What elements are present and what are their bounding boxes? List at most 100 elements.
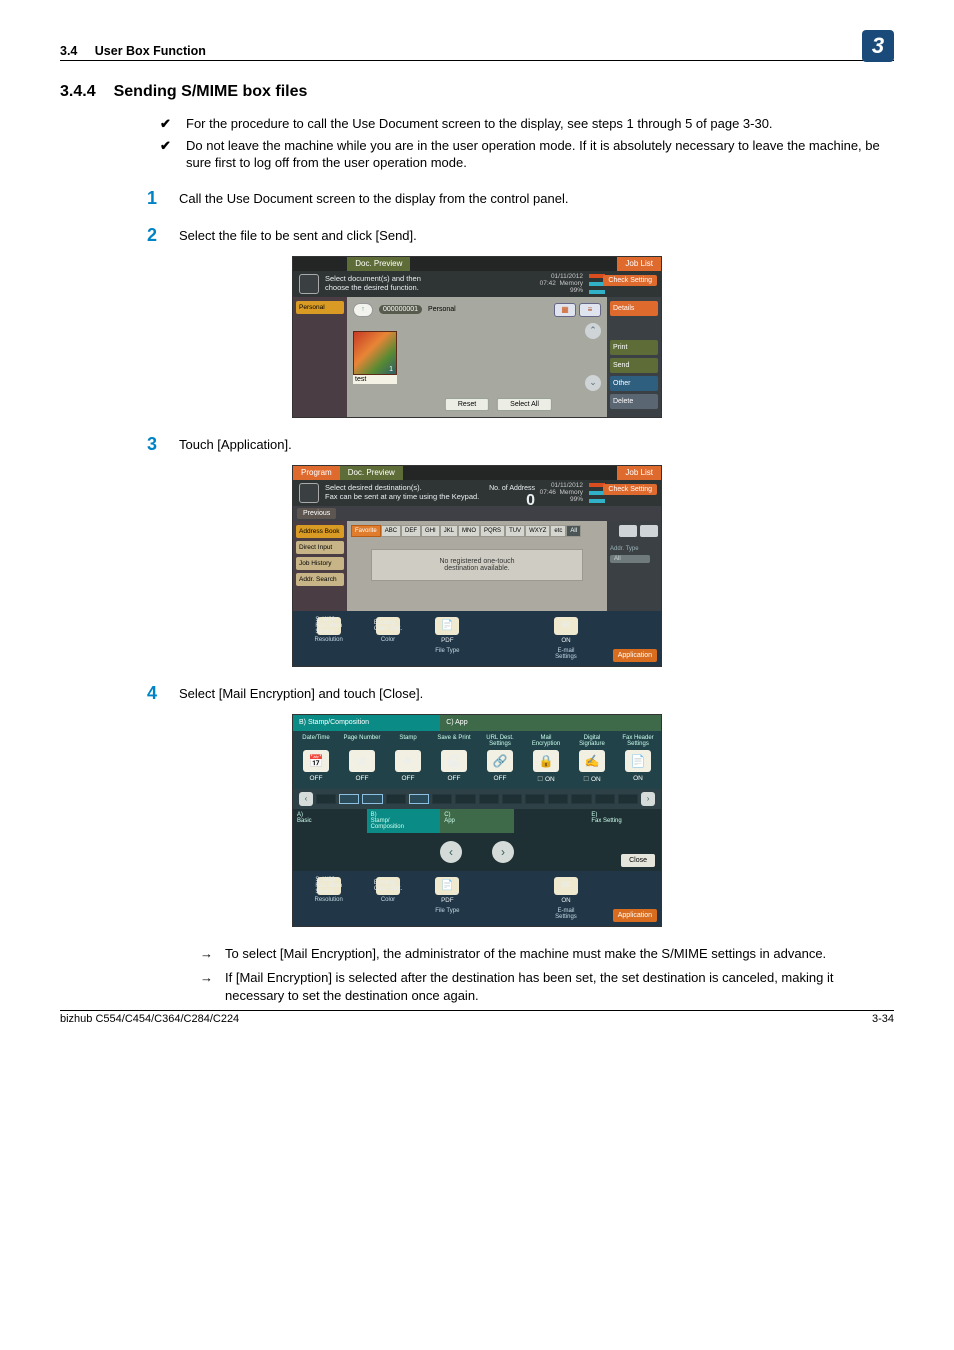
tab-job-list[interactable]: Job List bbox=[617, 257, 661, 271]
up-arrow-icon[interactable]: ↑ bbox=[353, 303, 373, 317]
step-number: 3 bbox=[135, 434, 157, 455]
breadcrumb-boxnum: 000000001 bbox=[379, 305, 422, 314]
check-icon: ✔ bbox=[160, 137, 172, 172]
tab-doc-preview[interactable]: Doc. Preview bbox=[340, 466, 403, 480]
tab-direct-input[interactable]: Direct Input bbox=[296, 541, 344, 554]
instruction-text: Select desired destination(s). Fax can b… bbox=[325, 484, 479, 501]
details-button[interactable]: Details bbox=[610, 301, 658, 316]
other-button[interactable]: Other bbox=[610, 376, 658, 391]
url-dest-icon[interactable]: 🔗 bbox=[487, 750, 513, 772]
resolution-icon[interactable]: S. W28 Fax: Mem Saving bbox=[317, 877, 341, 895]
index-all[interactable]: All bbox=[566, 525, 581, 537]
note-text: If [Mail Encryption] is selected after t… bbox=[225, 969, 894, 1005]
check-setting-button[interactable]: Check Setting bbox=[603, 275, 657, 286]
close-button[interactable]: Close bbox=[621, 854, 655, 867]
page-header: 3.4 User Box Function 3 bbox=[60, 30, 894, 61]
panel-header-c: C) App bbox=[440, 715, 661, 731]
address-count-label: No. of Address bbox=[489, 485, 535, 492]
no-destination-message: No registered one-touch destination avai… bbox=[371, 549, 583, 581]
filmstrip-prev-icon[interactable]: ‹ bbox=[299, 792, 313, 806]
scroll-up-icon[interactable]: ⌃ bbox=[585, 323, 601, 339]
nav-left-icon[interactable]: ‹ bbox=[440, 841, 462, 863]
view-grid-icon[interactable]: ▦ bbox=[554, 303, 576, 317]
index-key[interactable]: etc bbox=[550, 525, 566, 537]
arrow-icon: → bbox=[200, 945, 213, 963]
cat-basic[interactable]: A) Basic bbox=[293, 809, 367, 833]
cat-app[interactable]: C) App bbox=[440, 809, 514, 833]
document-icon bbox=[299, 483, 319, 503]
step-text: Touch [Application]. bbox=[179, 434, 894, 455]
panel-header-b: B) Stamp/Composition bbox=[293, 719, 440, 726]
heading-number: 3.4.4 bbox=[60, 83, 96, 101]
cat-empty bbox=[514, 809, 588, 833]
tab-addr-search[interactable]: Addr. Search bbox=[296, 573, 344, 586]
reset-button[interactable]: Reset bbox=[445, 398, 489, 411]
index-key[interactable]: TUV bbox=[505, 525, 525, 537]
user-box-tab[interactable]: Personal bbox=[296, 301, 344, 314]
tab-job-list[interactable]: Job List bbox=[617, 466, 661, 480]
thumbnail-icon bbox=[353, 331, 397, 375]
application-button[interactable]: Application bbox=[613, 649, 657, 662]
addr-type-value[interactable]: All bbox=[610, 555, 650, 563]
index-key[interactable]: PQRS bbox=[480, 525, 505, 537]
page-footer: bizhub C554/C454/C364/C284/C224 3-34 bbox=[60, 1010, 894, 1025]
addr-type-label: Addr. Type bbox=[610, 546, 658, 552]
step-text: Call the Use Document screen to the disp… bbox=[179, 188, 894, 209]
digital-signature-icon[interactable]: ✍ bbox=[579, 750, 605, 772]
select-all-button[interactable]: Select All bbox=[497, 398, 552, 411]
mail-encryption-icon[interactable]: 🔒 bbox=[533, 750, 559, 772]
email-settings-icon[interactable]: ✉ bbox=[554, 877, 578, 895]
stamp-icon[interactable]: ✴ bbox=[395, 750, 421, 772]
option-row: S. W28 Fax: Mem SavingResolution Existin… bbox=[293, 871, 661, 926]
index-key[interactable]: DEF bbox=[401, 525, 421, 537]
file-type-icon[interactable]: 📄 bbox=[435, 617, 459, 635]
heading-title: Sending S/MIME box files bbox=[114, 83, 308, 101]
tab-job-history[interactable]: Job History bbox=[296, 557, 344, 570]
view-list-icon[interactable] bbox=[640, 525, 658, 537]
delete-button[interactable]: Delete bbox=[610, 394, 658, 409]
index-key[interactable]: MNO bbox=[458, 525, 480, 537]
file-thumbnail[interactable]: test bbox=[353, 331, 397, 384]
color-icon[interactable]: Existing Color Sett. bbox=[376, 617, 400, 635]
category-row: A) Basic B) Stamp/ Composition C) App E)… bbox=[293, 809, 661, 833]
nav-right-icon[interactable]: › bbox=[492, 841, 514, 863]
footer-left: bizhub C554/C454/C364/C284/C224 bbox=[60, 1013, 239, 1025]
resolution-icon[interactable]: S. W28 Fax: Mem Saving bbox=[317, 617, 341, 635]
tab-program[interactable]: Program bbox=[293, 466, 340, 480]
cat-fax-setting[interactable]: E) Fax Setting bbox=[587, 809, 661, 833]
index-key[interactable]: WXYZ bbox=[525, 525, 550, 537]
view-list-icon[interactable]: ≡ bbox=[579, 303, 601, 317]
tab-doc-preview[interactable]: Doc. Preview bbox=[347, 257, 410, 271]
check-setting-button[interactable]: Check Setting bbox=[603, 484, 657, 495]
color-icon[interactable]: Existing Color Sett. bbox=[376, 877, 400, 895]
scroll-down-icon[interactable]: ⌄ bbox=[585, 375, 601, 391]
page-number-icon[interactable]: # bbox=[349, 750, 375, 772]
check-icon: ✔ bbox=[160, 115, 172, 133]
application-button[interactable]: Application bbox=[613, 909, 657, 922]
app-settings-row: Date/Time📅OFF Page Number#OFF Stamp✴OFF … bbox=[293, 731, 661, 789]
date-time-icon[interactable]: 📅 bbox=[303, 750, 329, 772]
index-key[interactable]: GHI bbox=[421, 525, 440, 537]
file-type-icon[interactable]: 📄 bbox=[435, 877, 459, 895]
view-grid-icon[interactable] bbox=[619, 525, 637, 537]
additional-notes: → To select [Mail Encryption], the admin… bbox=[200, 945, 894, 1006]
screenshot-use-document: Doc. Preview Job List Select document(s)… bbox=[292, 256, 662, 418]
previous-button[interactable]: Previous bbox=[297, 508, 336, 519]
intro-list: ✔ For the procedure to call the Use Docu… bbox=[160, 115, 894, 172]
email-settings-icon[interactable]: ✉ bbox=[554, 617, 578, 635]
screenshot-application: B) Stamp/Composition C) App Date/Time📅OF… bbox=[292, 714, 662, 927]
index-key[interactable]: ABC bbox=[381, 525, 401, 537]
index-key[interactable]: JKL bbox=[440, 525, 458, 537]
fax-header-icon[interactable]: 📄 bbox=[625, 750, 651, 772]
print-button[interactable]: Print bbox=[610, 340, 658, 355]
filmstrip-next-icon[interactable]: › bbox=[641, 792, 655, 806]
option-row: S. W28 Fax: Mem SavingResolution Existin… bbox=[293, 611, 661, 666]
tab-address-book[interactable]: Address Book bbox=[296, 525, 344, 538]
page-title: 3.4.4 Sending S/MIME box files bbox=[60, 83, 894, 101]
cat-stamp-composition[interactable]: B) Stamp/ Composition bbox=[367, 809, 441, 833]
send-button[interactable]: Send bbox=[610, 358, 658, 373]
save-print-icon[interactable]: 🖨 bbox=[441, 750, 467, 772]
footer-right: 3-34 bbox=[872, 1013, 894, 1025]
index-favorite[interactable]: Favorite bbox=[351, 525, 381, 537]
index-strip: Favorite ABC DEF GHI JKL MNO PQRS TUV WX… bbox=[351, 525, 603, 537]
